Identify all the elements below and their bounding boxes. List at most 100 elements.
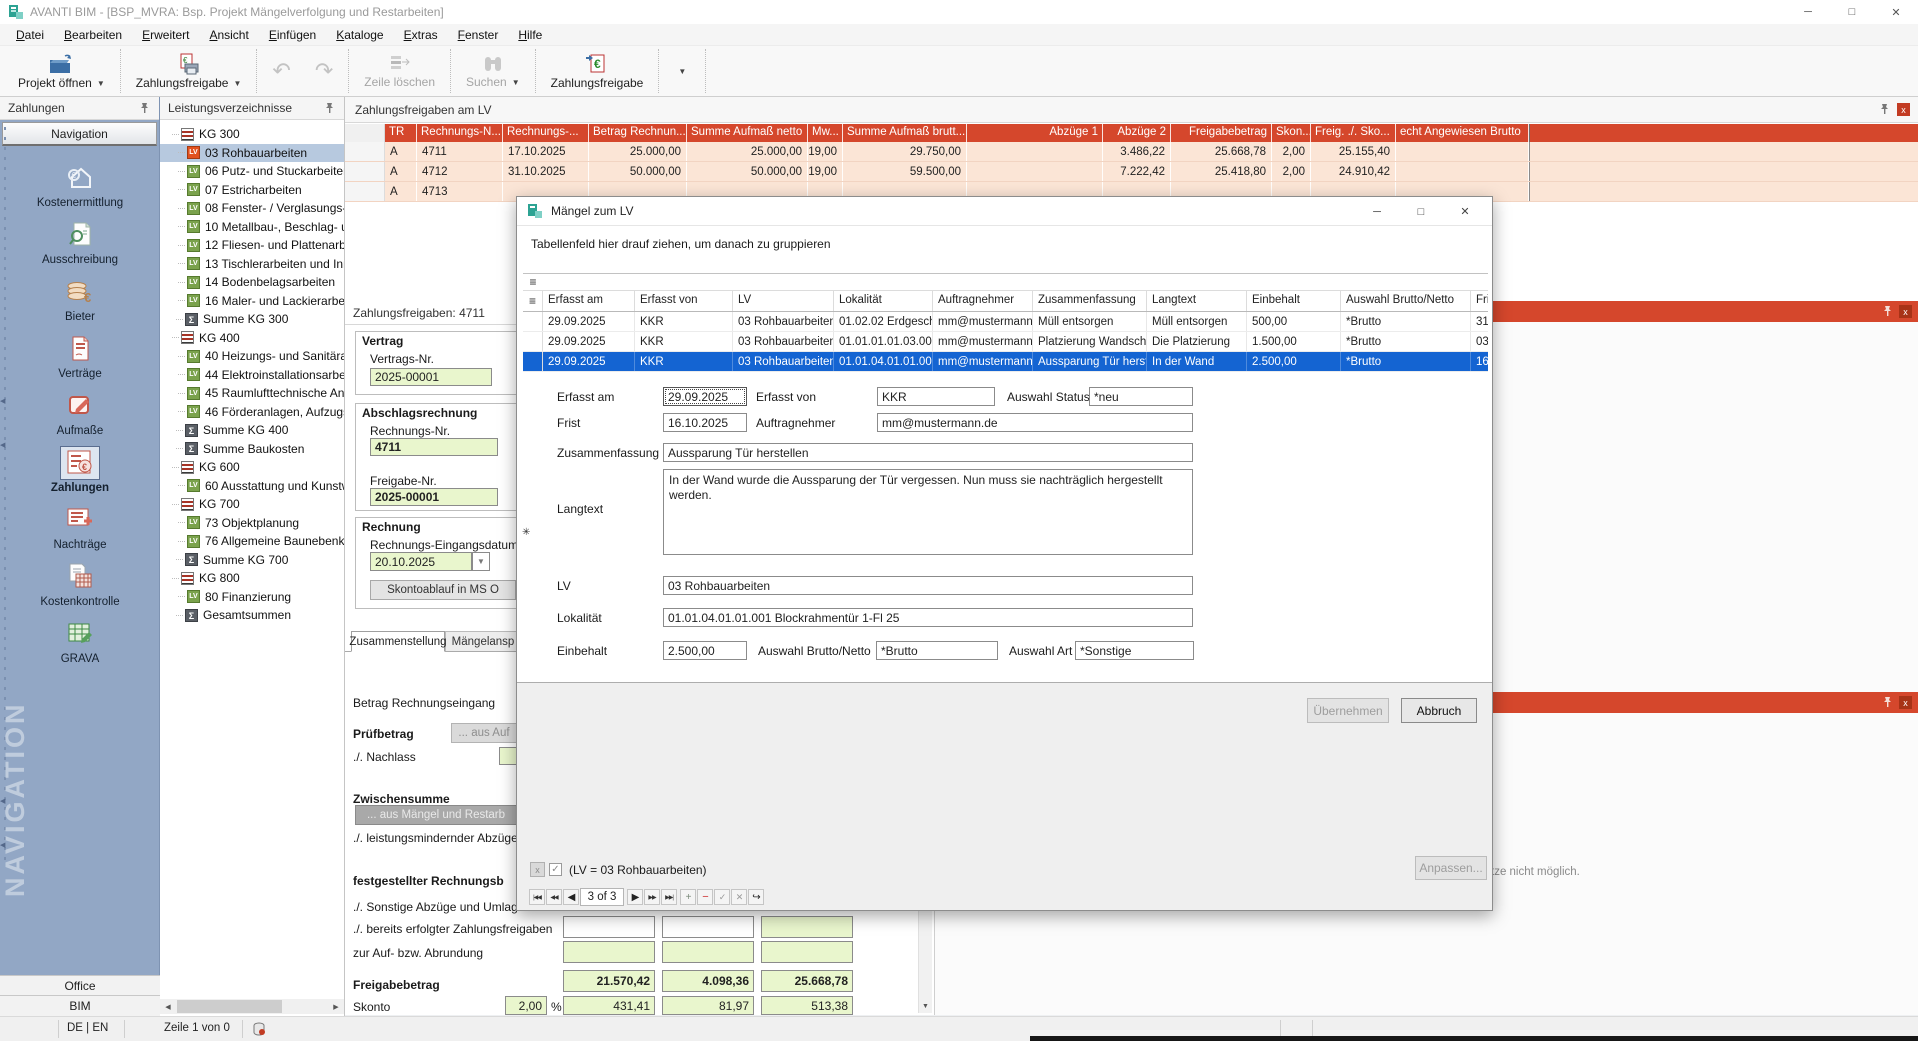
menu-item[interactable]: Einfügen — [259, 26, 326, 44]
column-header[interactable]: Erfasst am — [543, 291, 635, 311]
tree-item[interactable]: Summe KG 700 — [160, 551, 344, 570]
minimize-button[interactable]: ─ — [1786, 0, 1830, 24]
brutto-netto-field[interactable]: *Brutto — [876, 641, 998, 660]
scrollbar-thumb[interactable] — [177, 1000, 282, 1013]
nav-fast-back-icon[interactable]: ◀◀ — [546, 889, 562, 905]
maengel-row[interactable]: 29.09.2025 KKR 03 Rohbauarbeiten 01.01.0… — [523, 352, 1488, 372]
zusammenfassung-field[interactable]: Aussparung Tür herstellen — [663, 443, 1193, 462]
payment-release-print-button[interactable]: € Zahlungsfreigabe▼ — [124, 47, 254, 95]
aus-aufmass-button[interactable]: ... aus Auf — [451, 723, 517, 743]
close-panel-icon[interactable]: x — [1899, 696, 1912, 709]
column-header[interactable]: Skon... — [1272, 124, 1311, 142]
table-row[interactable]: A 4712 31.10.2025 50.000,00 50.000,00 19… — [345, 162, 1918, 182]
column-header[interactable]: Einbehalt — [1247, 291, 1341, 311]
column-header[interactable]: Auswahl Brutto/Netto — [1341, 291, 1471, 311]
lv-field[interactable]: 03 Rohbauarbeiten — [663, 576, 1193, 595]
tree-item[interactable]: 80 Finanzierung — [160, 588, 344, 607]
column-header[interactable]: TR — [385, 124, 417, 142]
column-header[interactable]: Lokalität — [834, 291, 933, 311]
language-indicator[interactable]: DE | EN — [67, 1022, 108, 1034]
chevron-down-icon[interactable]: ▼ — [97, 79, 105, 88]
column-header[interactable]: Rechnungs-... — [503, 124, 589, 142]
einbehalt-field[interactable]: 2.500,00 — [663, 641, 747, 660]
uebernehmen-button[interactable]: Übernehmen — [1307, 698, 1389, 723]
sidebar-item-aufmasse[interactable]: Aufmaße — [0, 389, 160, 443]
pin-icon[interactable] — [138, 102, 151, 115]
tree-item[interactable]: Summe KG 400 — [160, 421, 344, 440]
skontoablauf-button[interactable]: Skontoablauf in MS O — [370, 580, 516, 600]
redo-button[interactable]: ↷ — [303, 47, 345, 95]
nav-fast-forward-icon[interactable]: ▶▶ — [644, 889, 660, 905]
filter-remove-button[interactable]: x — [530, 862, 545, 877]
scroll-right-icon[interactable]: ▶ — [328, 999, 344, 1014]
nav-first-icon[interactable]: |◀◀ — [529, 889, 545, 905]
column-header[interactable]: Erfasst von — [635, 291, 733, 311]
erfasst-von-field[interactable]: KKR — [877, 387, 995, 406]
column-header[interactable]: echt Angewiesen Brutto — [1396, 124, 1529, 142]
tree-item[interactable]: 10 Metallbau-, Beschlag- ur — [160, 218, 344, 237]
column-header[interactable]: Mw... — [808, 124, 843, 142]
sidebar-footer-office[interactable]: Office — [0, 975, 160, 995]
tree-item[interactable]: 08 Fenster- / Verglasungs- / — [160, 199, 344, 218]
column-header[interactable]: Freig. ./. Sko... — [1311, 124, 1396, 142]
close-panel-icon[interactable]: x — [1899, 305, 1912, 318]
auftragnehmer-field[interactable]: mm@mustermann.de — [877, 413, 1193, 432]
sidebar-item-zahlungen[interactable]: € Zahlungen — [0, 446, 160, 500]
menu-item[interactable]: Datei — [6, 26, 54, 44]
frist-field[interactable]: 16.10.2025 — [663, 413, 747, 432]
column-header[interactable]: Abzüge 2 — [1103, 124, 1171, 142]
tree-item[interactable]: 40 Heizungs- und Sanitäranl — [160, 347, 344, 366]
tree-item[interactable]: KG 300 — [160, 125, 344, 144]
tree-item[interactable]: KG 700 — [160, 495, 344, 514]
zahlungsfreigaben-field-3[interactable] — [761, 916, 853, 938]
dialog-maximize-button[interactable]: □ — [1406, 201, 1436, 222]
delete-row-button[interactable]: Zeile löschen — [352, 47, 447, 95]
close-panel-icon[interactable]: x — [1897, 103, 1910, 116]
nav-next-icon[interactable]: ▶ — [627, 889, 643, 905]
menu-item[interactable]: Ansicht — [199, 26, 258, 44]
tree-item[interactable]: 76 Allgemeine Baunebenko — [160, 532, 344, 551]
tree-item[interactable]: 13 Tischlerarbeiten und Inn — [160, 255, 344, 274]
navigation-header-button[interactable]: Navigation — [2, 122, 157, 146]
database-icon[interactable] — [252, 1022, 266, 1036]
row-selector[interactable] — [345, 142, 385, 161]
row-selector[interactable] — [345, 162, 385, 181]
tree-item[interactable]: 45 Raumlufttechnische Anl. — [160, 384, 344, 403]
sidebar-item-vertraege[interactable]: Verträge — [0, 332, 160, 386]
column-header[interactable]: Freigabebetrag — [1171, 124, 1272, 142]
zahlungsfreigaben-field-1[interactable] — [563, 916, 655, 938]
rundung-field-3[interactable] — [761, 941, 853, 963]
freigabe-nr-field[interactable]: 2025-00001 — [370, 488, 498, 506]
nav-cancel-icon[interactable]: ✕ — [731, 889, 747, 905]
row-selector[interactable] — [523, 352, 543, 371]
lokalitaet-field[interactable]: 01.01.04.01.01.001 Blockrahmentür 1-Fl 2… — [663, 608, 1193, 627]
skonto-prozent-field[interactable]: 2,00 — [505, 996, 547, 1015]
chevron-down-icon[interactable]: ▼ — [512, 78, 520, 87]
rundung-field-2[interactable] — [662, 941, 754, 963]
pin-icon[interactable] — [1881, 696, 1894, 709]
column-header[interactable]: Fris — [1471, 291, 1488, 311]
undo-button[interactable]: ↶ — [260, 47, 302, 95]
aus-maengel-button[interactable]: ... aus Mängel und Restarb — [355, 805, 517, 825]
tree-item[interactable]: Summe KG 300 — [160, 310, 344, 329]
date-dropdown-button[interactable]: ▼ — [472, 552, 490, 571]
anpassen-button[interactable]: Anpassen... — [1415, 856, 1487, 880]
pin-icon[interactable] — [323, 102, 336, 115]
filter-checkbox[interactable] — [549, 863, 562, 876]
payment-release-button[interactable]: € Zahlungsfreigabe — [539, 47, 656, 95]
row-selector[interactable] — [345, 182, 385, 201]
menu-item[interactable]: Erweitert — [132, 26, 199, 44]
table-options-icon[interactable] — [523, 275, 543, 289]
dialog-title-bar[interactable]: Mängel zum LV ─ □ ✕ — [517, 197, 1492, 226]
column-header[interactable]: Langtext — [1147, 291, 1247, 311]
scroll-left-icon[interactable]: ◀ — [160, 999, 176, 1014]
column-header[interactable]: Summe Aufmaß brutt... — [843, 124, 967, 142]
open-project-button[interactable]: Projekt öffnen▼ — [6, 47, 117, 95]
tree-item[interactable]: 16 Maler- und Lackierarbeit — [160, 292, 344, 311]
tree-item[interactable]: KG 800 — [160, 569, 344, 588]
search-button[interactable]: Suchen▼ — [454, 47, 532, 95]
auswahl-art-field[interactable]: *Sonstige — [1075, 641, 1194, 660]
select-all-icon[interactable] — [523, 294, 542, 308]
menu-item[interactable]: Kataloge — [326, 26, 393, 44]
dialog-close-button[interactable]: ✕ — [1450, 201, 1480, 222]
